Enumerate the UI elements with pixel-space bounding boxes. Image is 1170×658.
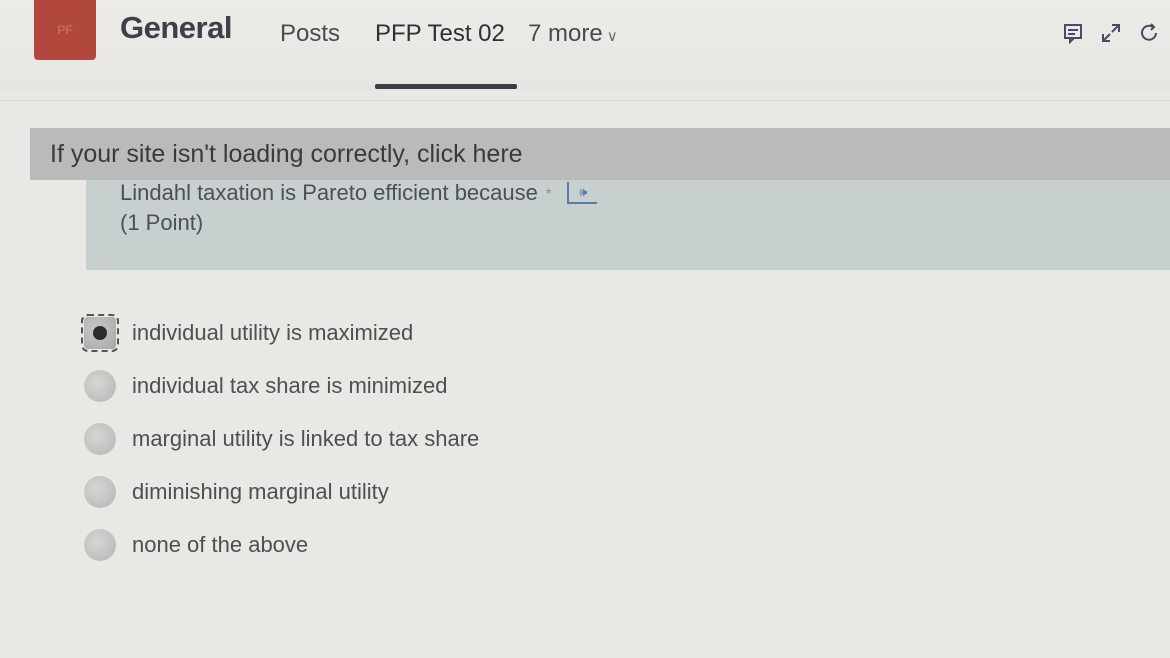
more-tabs-label: 7 more	[528, 20, 603, 47]
header-actions	[1060, 20, 1162, 46]
option-label[interactable]: marginal utility is linked to tax share	[132, 426, 479, 452]
channel-title: General	[120, 10, 232, 45]
radio-button-selected[interactable]	[81, 313, 119, 352]
expand-icon[interactable]	[1098, 20, 1124, 46]
option-label[interactable]: none of the above	[132, 532, 308, 558]
tab-posts[interactable]: Posts	[280, 20, 340, 48]
header-divider	[0, 100, 1170, 101]
radio-button[interactable]	[84, 422, 116, 455]
answer-options: individual utility is maximized individu…	[81, 306, 784, 571]
chevron-down-icon: ∨	[606, 28, 618, 45]
tab-pfp-test-02[interactable]: PFP Test 02	[375, 20, 505, 48]
radio-button[interactable]	[84, 369, 116, 402]
reload-icon[interactable]	[1136, 20, 1162, 46]
option-row[interactable]: marginal utility is linked to tax share	[84, 412, 784, 465]
option-label[interactable]: individual utility is maximized	[132, 320, 413, 346]
question-points: (1 Point)	[120, 210, 204, 235]
radio-button[interactable]	[84, 475, 116, 508]
banner-text[interactable]: If your site isn't loading correctly, cl…	[50, 140, 523, 168]
radio-button[interactable]	[84, 528, 116, 561]
active-tab-indicator	[375, 84, 517, 89]
question-text: Lindahl taxation is Pareto efficient bec…	[120, 180, 538, 205]
conversation-icon[interactable]	[1060, 20, 1086, 46]
option-row[interactable]: none of the above	[84, 518, 784, 571]
team-avatar[interactable]: PF	[34, 0, 96, 60]
top-bar: PF General Posts PFP Test 02 7 more ∨	[0, 0, 1170, 92]
question-block: Lindahl taxation is Pareto efficient bec…	[86, 180, 1170, 270]
immersive-reader-icon[interactable]: 🕪	[567, 182, 598, 204]
option-label[interactable]: diminishing marginal utility	[132, 479, 389, 505]
option-row[interactable]: individual utility is maximized	[81, 306, 784, 359]
option-label[interactable]: individual tax share is minimized	[132, 373, 447, 399]
option-row[interactable]: diminishing marginal utility	[84, 465, 784, 518]
tab-more-dropdown[interactable]: 7 more ∨	[528, 20, 618, 48]
question-title: Lindahl taxation is Pareto efficient bec…	[120, 180, 1170, 206]
option-row[interactable]: individual tax share is minimized	[84, 359, 784, 412]
site-loading-banner[interactable]: If your site isn't loading correctly, cl…	[30, 128, 1170, 180]
required-marker: *	[545, 185, 552, 201]
